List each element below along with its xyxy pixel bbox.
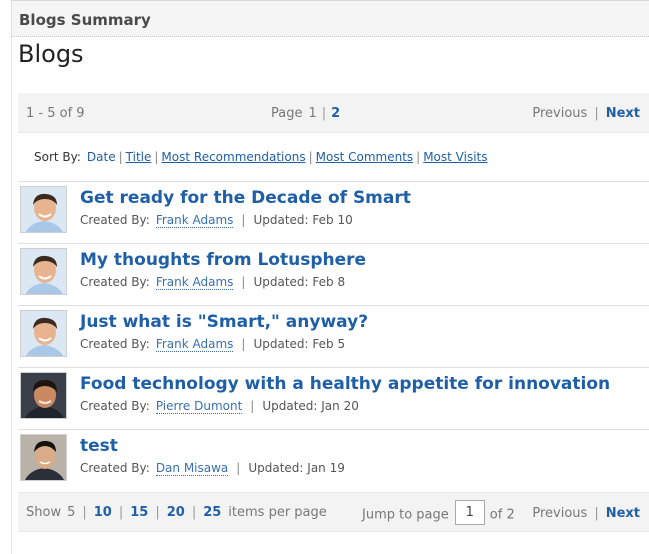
created-by-label: Created By: xyxy=(80,399,150,413)
entry-meta: Created By: Frank Adams | Updated: Feb 10 xyxy=(80,213,353,228)
created-by-label: Created By: xyxy=(80,213,150,227)
jump-page-input[interactable] xyxy=(454,500,485,525)
separator: | xyxy=(236,461,241,475)
separator: | xyxy=(308,150,313,164)
next-link[interactable]: Next xyxy=(606,506,640,521)
separator: | xyxy=(250,399,255,413)
current-page-size: 5 xyxy=(67,505,76,520)
created-by-label: Created By: xyxy=(80,275,150,289)
show-label: Show xyxy=(26,505,62,520)
page-size-25-link[interactable]: 25 xyxy=(203,505,221,520)
author-link[interactable]: Frank Adams xyxy=(155,337,234,352)
blog-entry: Food technology with a healthy appetite … xyxy=(18,368,649,430)
author-link[interactable]: Pierre Dumont xyxy=(155,399,243,414)
separator: | xyxy=(154,150,159,164)
blog-title-link[interactable]: Food technology with a healthy appetite … xyxy=(80,374,610,394)
blog-entry: My thoughts from Lotusphere Created By: F… xyxy=(18,244,649,306)
frank-adams-avatar[interactable] xyxy=(20,186,67,233)
frame-border xyxy=(11,37,12,554)
sort-comments-link[interactable]: Most Comments xyxy=(316,150,414,164)
page-total: of 2 xyxy=(489,507,515,523)
entry-meta: Created By: Dan Misawa | Updated: Jan 19 xyxy=(80,461,345,476)
page-size-15-link[interactable]: 15 xyxy=(130,505,148,520)
entry-meta: Created By: Frank Adams | Updated: Feb 8 xyxy=(80,275,346,290)
page-selector: Page 1 | 2 xyxy=(271,106,340,121)
dan-misawa-avatar[interactable] xyxy=(20,434,67,481)
items-per-page: Show 5 | 10 | 15 | 20 | 25 items per page xyxy=(26,505,327,520)
pierre-dumont-avatar[interactable] xyxy=(20,372,67,419)
separator: | xyxy=(241,337,246,351)
paging-bar-bottom: Show 5 | 10 | 15 | 20 | 25 items per page Jump to … xyxy=(18,492,649,532)
updated-date: Updated: Jan 19 xyxy=(248,461,345,475)
page-size-20-link[interactable]: 20 xyxy=(167,505,185,520)
separator: | xyxy=(241,275,246,289)
blog-title-link[interactable]: My thoughts from Lotusphere xyxy=(80,250,366,270)
previous-label: Previous xyxy=(532,506,588,521)
separator: | xyxy=(118,150,123,164)
sort-recommendations-link[interactable]: Most Recommendations xyxy=(161,150,305,164)
blog-entry: Get ready for the Decade of Smart Create… xyxy=(18,182,649,244)
updated-date: Updated: Feb 10 xyxy=(253,213,353,227)
separator: | xyxy=(118,505,124,520)
created-by-label: Created By: xyxy=(80,461,150,475)
page-title: Blogs xyxy=(18,40,84,68)
blog-title-link[interactable]: Just what is "Smart," anyway? xyxy=(80,312,368,332)
page-size-10-link[interactable]: 10 xyxy=(94,505,112,520)
updated-date: Updated: Feb 8 xyxy=(253,275,346,289)
current-page: 1 xyxy=(308,106,317,121)
entry-meta: Created By: Pierre Dumont | Updated: Jan 20 xyxy=(80,399,359,414)
sort-options: Sort By: Date | Title | Most Recommendations |… xyxy=(34,150,488,164)
separator: | xyxy=(155,505,160,520)
paging-bar-top: 1 - 5 of 9 Page 1 | 2 Previous | Next xyxy=(18,93,649,133)
created-by-label: Created By: xyxy=(80,337,150,351)
updated-date: Updated: Jan 20 xyxy=(262,399,359,413)
jump-label: Jump to page xyxy=(362,507,449,523)
sort-title-link[interactable]: Title xyxy=(126,150,152,164)
author-link[interactable]: Frank Adams xyxy=(155,213,234,228)
sort-visits-link[interactable]: Most Visits xyxy=(423,150,487,164)
frank-adams-avatar[interactable] xyxy=(20,248,67,295)
blog-entry: test Created By: Dan Misawa | Updated: Jan … xyxy=(18,430,649,492)
frank-adams-avatar[interactable] xyxy=(20,310,67,357)
author-link[interactable]: Frank Adams xyxy=(155,275,234,290)
prev-next-bottom: Previous | Next xyxy=(532,506,640,521)
separator: | xyxy=(594,506,599,521)
blog-title-link[interactable]: test xyxy=(80,436,118,456)
summary-header-bar: Blogs Summary xyxy=(11,0,649,37)
blog-title-link[interactable]: Get ready for the Decade of Smart xyxy=(80,188,411,208)
items-per-page-label: items per page xyxy=(228,505,327,520)
separator: | xyxy=(191,505,197,520)
page-label: Page xyxy=(271,106,303,121)
jump-to-page: Jump to page of 2 xyxy=(362,500,515,525)
separator: | xyxy=(82,505,87,520)
blog-entry: Just what is "Smart," anyway? Created By… xyxy=(18,306,649,368)
separator: | xyxy=(416,150,421,164)
prev-next-top: Previous | Next xyxy=(532,106,640,121)
page-2-link[interactable]: 2 xyxy=(331,106,340,121)
separator: | xyxy=(594,106,599,121)
result-count: 1 - 5 of 9 xyxy=(26,106,85,121)
summary-header-title: Blogs Summary xyxy=(19,11,151,29)
author-link[interactable]: Dan Misawa xyxy=(155,461,229,476)
sort-label: Sort By: xyxy=(34,150,81,164)
next-link[interactable]: Next xyxy=(606,106,640,121)
updated-date: Updated: Feb 5 xyxy=(253,337,346,351)
entry-meta: Created By: Frank Adams | Updated: Feb 5 xyxy=(80,337,346,352)
previous-label: Previous xyxy=(532,106,588,121)
separator: | xyxy=(321,106,327,121)
separator: | xyxy=(241,213,246,227)
sort-date-link[interactable]: Date xyxy=(87,150,116,164)
